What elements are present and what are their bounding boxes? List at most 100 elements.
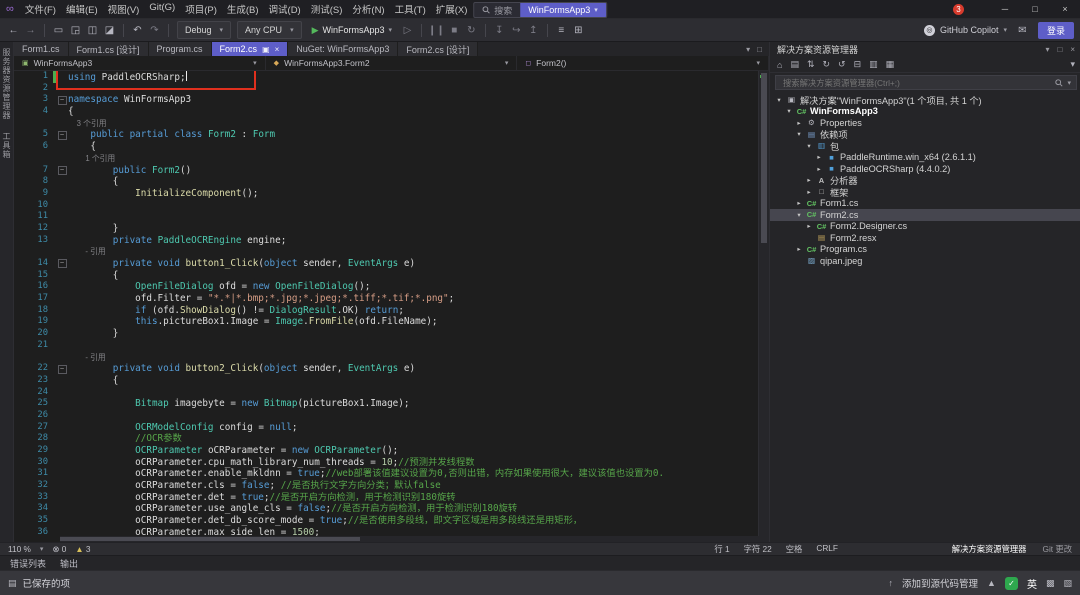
indentation-mode[interactable]: 空格 bbox=[786, 543, 803, 555]
menu-item-工具(T)[interactable]: 工具(T) bbox=[390, 2, 431, 16]
notification-badge[interactable]: 3 bbox=[953, 4, 964, 15]
menu-item-测试(S)[interactable]: 测试(S) bbox=[306, 2, 348, 16]
redo-icon[interactable]: ↷ bbox=[147, 22, 162, 38]
tree-item-Form2.Designer.cs[interactable]: ▸C#Form2.Designer.cs bbox=[770, 221, 1080, 233]
solution-name-badge[interactable]: WinFormsApp3 ▾ bbox=[520, 3, 606, 17]
collapse-icon[interactable]: – bbox=[58, 259, 67, 268]
save-all-icon[interactable]: ◪ bbox=[102, 22, 117, 38]
menu-item-文件(F)[interactable]: 文件(F) bbox=[20, 2, 61, 16]
step-into-icon[interactable]: ↧ bbox=[492, 22, 507, 38]
menu-item-视图(V)[interactable]: 视图(V) bbox=[103, 2, 145, 16]
step-over-icon[interactable]: ↪ bbox=[509, 22, 524, 38]
menu-item-分析(N)[interactable]: 分析(N) bbox=[347, 2, 389, 16]
scrollbar-thumb[interactable] bbox=[60, 537, 360, 541]
code-editor[interactable]: 1using PaddleOCRSharp;23–namespace WinFo… bbox=[14, 71, 769, 542]
chevron-down-icon[interactable]: ▾ bbox=[40, 545, 44, 553]
refresh-icon[interactable]: ↺ bbox=[838, 59, 846, 70]
tree-item-qipan.jpeg[interactable]: ▨qipan.jpeg bbox=[770, 255, 1080, 267]
chevron-down-icon[interactable]: ▾ bbox=[805, 142, 813, 150]
stop-icon[interactable]: ■ bbox=[447, 22, 462, 38]
switch-views-icon[interactable]: ▤ bbox=[790, 59, 799, 70]
breadcrumb-project-dropdown[interactable]: ▣ WinFormsApp3 ▾ bbox=[14, 56, 266, 70]
chevron-down-icon[interactable]: ▾ bbox=[775, 96, 783, 104]
tab-output[interactable]: 输出 bbox=[60, 557, 78, 570]
warning-count[interactable]: ▲ 3 bbox=[75, 544, 90, 554]
undo-icon[interactable]: ↶ bbox=[130, 22, 145, 38]
sync-with-active-document-icon[interactable]: ↻ bbox=[823, 59, 831, 70]
chevron-down-icon[interactable]: ▾ bbox=[795, 130, 803, 138]
chevron-down-icon[interactable]: ▾ bbox=[785, 107, 793, 115]
tray-icon[interactable]: ▧ bbox=[1063, 578, 1072, 589]
pin-icon[interactable]: ▣ bbox=[262, 45, 270, 54]
chevron-up-icon[interactable]: ▲ bbox=[987, 578, 996, 588]
pending-changes-filter-icon[interactable]: ⇅ bbox=[807, 59, 815, 70]
document-tab-NuGet: WinFormsApp3[interactable]: NuGet: WinFormsApp3 bbox=[288, 42, 398, 56]
codelens-row[interactable]: - 引用 bbox=[14, 352, 769, 364]
platform-dropdown[interactable]: Any CPU ▾ bbox=[237, 21, 302, 39]
tree-item-Program.cs[interactable]: ▸C#Program.cs bbox=[770, 244, 1080, 256]
codelens-references[interactable]: - 引用 bbox=[68, 247, 106, 256]
tree-item-Properties[interactable]: ▸⚙Properties bbox=[770, 117, 1080, 129]
caret-column[interactable]: 字符 22 bbox=[744, 543, 772, 555]
tree-item-Form1.cs[interactable]: ▸C#Form1.cs bbox=[770, 198, 1080, 210]
open-file-icon[interactable]: ◲ bbox=[68, 22, 83, 38]
home-icon[interactable]: ⌂ bbox=[777, 60, 782, 70]
chevron-down-icon[interactable]: ▾ bbox=[795, 211, 803, 219]
break-all-icon[interactable]: ❙❙ bbox=[428, 22, 445, 38]
run-button[interactable]: ▶ WinFormsApp3 ▾ bbox=[306, 22, 398, 38]
forward-button[interactable]: → bbox=[23, 22, 38, 38]
menu-item-生成(B)[interactable]: 生成(B) bbox=[222, 2, 264, 16]
codelens-row[interactable]: - 引用 bbox=[14, 246, 769, 258]
close-icon[interactable]: × bbox=[1070, 45, 1075, 54]
document-tab-Form1.cs[interactable]: Form1.cs bbox=[14, 42, 69, 56]
split-window-icon[interactable]: □ bbox=[757, 45, 762, 54]
collapse-icon[interactable]: – bbox=[58, 131, 67, 140]
tree-item-Form2.resx[interactable]: ▤Form2.resx bbox=[770, 232, 1080, 244]
menu-item-调试(D)[interactable]: 调试(D) bbox=[264, 2, 306, 16]
tray-icon[interactable]: ▩ bbox=[1046, 578, 1055, 589]
codelens-references[interactable]: 1 个引用 bbox=[68, 154, 115, 163]
menu-item-扩展(X)[interactable]: 扩展(X) bbox=[431, 2, 473, 16]
save-icon[interactable]: ◫ bbox=[85, 22, 100, 38]
tree-item-依赖项[interactable]: ▾▤依赖项 bbox=[770, 129, 1080, 141]
tree-item-Form2.cs[interactable]: ▾C#Form2.cs bbox=[770, 209, 1080, 221]
tree-item-分析器[interactable]: ▸A分析器 bbox=[770, 175, 1080, 187]
codelens-row[interactable]: 3 个引用 bbox=[14, 118, 769, 130]
debug-config-dropdown[interactable]: Debug ▾ bbox=[177, 21, 231, 39]
chevron-down-icon[interactable]: ▾ bbox=[1067, 79, 1071, 87]
document-tab-Program.cs[interactable]: Program.cs bbox=[149, 42, 212, 56]
maximize-button[interactable]: □ bbox=[1020, 0, 1050, 18]
chevron-right-icon[interactable]: ▸ bbox=[805, 176, 813, 184]
close-icon[interactable]: × bbox=[275, 45, 280, 54]
solution-search-input[interactable] bbox=[781, 77, 1051, 89]
chevron-right-icon[interactable]: ▸ bbox=[815, 153, 823, 161]
ime-indicator[interactable]: 英 bbox=[1027, 576, 1037, 591]
tree-item-解决方案"WinFormsApp3"(1 个项目, 共 1 个)[interactable]: ▾▣解决方案"WinFormsApp3"(1 个项目, 共 1 个) bbox=[770, 94, 1080, 106]
horizontal-scrollbar[interactable] bbox=[60, 536, 759, 542]
chevron-right-icon[interactable]: ▸ bbox=[795, 119, 803, 127]
add-to-source-control-button[interactable]: 添加到源代码管理 bbox=[902, 576, 978, 590]
codelens-row[interactable]: 1 个引用 bbox=[14, 153, 769, 165]
document-tab-Form1.cs [设计][interactable]: Form1.cs [设计] bbox=[69, 42, 149, 56]
tray-app-icon[interactable]: ✓ bbox=[1005, 577, 1018, 590]
tree-item-PaddleOCRSharp (4.4.0.2)[interactable]: ▸■PaddleOCRSharp (4.4.0.2) bbox=[770, 163, 1080, 175]
run-without-debug-icon[interactable]: ▷ bbox=[400, 22, 415, 38]
search-segment[interactable]: 搜索 bbox=[474, 4, 520, 17]
tree-item-框架[interactable]: ▸□框架 bbox=[770, 186, 1080, 198]
tab-solution-explorer[interactable]: 解决方案资源管理器 bbox=[952, 543, 1027, 555]
close-button[interactable]: × bbox=[1050, 0, 1080, 18]
back-button[interactable]: ← bbox=[6, 22, 21, 38]
error-count[interactable]: ⊗ 0 bbox=[52, 544, 66, 554]
find-in-files-icon[interactable]: ≡ bbox=[554, 22, 569, 38]
tree-item-WinFormsApp3[interactable]: ▾C#WinFormsApp3 bbox=[770, 106, 1080, 118]
collapse-icon[interactable]: – bbox=[58, 96, 67, 105]
chevron-right-icon[interactable]: ▸ bbox=[795, 245, 803, 253]
document-tab-Form2.cs[interactable]: Form2.cs▣× bbox=[212, 42, 289, 56]
menu-item-项目(P)[interactable]: 项目(P) bbox=[180, 2, 222, 16]
signin-button[interactable]: 登录 bbox=[1038, 22, 1074, 39]
document-list-icon[interactable]: ▾ bbox=[746, 45, 750, 54]
scrollbar-thumb[interactable] bbox=[761, 73, 767, 243]
collapse-icon[interactable]: – bbox=[58, 166, 67, 175]
tab-git-changes[interactable]: Git 更改 bbox=[1042, 543, 1072, 555]
step-out-icon[interactable]: ↥ bbox=[526, 22, 541, 38]
